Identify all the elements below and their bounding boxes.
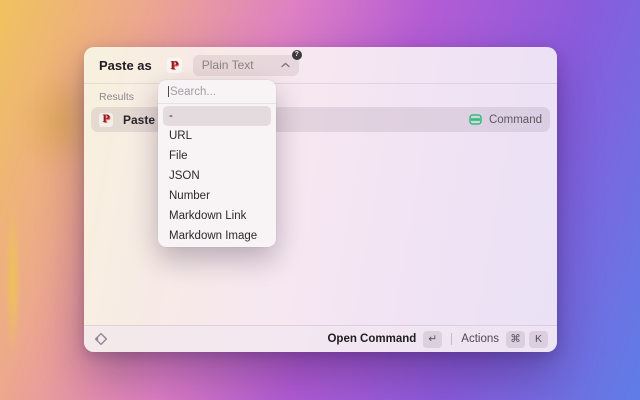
row-accessory: Command bbox=[469, 114, 542, 126]
results-section-label: Results bbox=[84, 84, 557, 103]
open-command-label: Open Command bbox=[327, 333, 416, 345]
search-placeholder: Search... bbox=[170, 86, 216, 98]
k-key-badge: K bbox=[529, 331, 548, 348]
status-bar: Open Command ↵ Actions ⌘ K bbox=[84, 325, 557, 352]
type-dropdown-button[interactable]: Plain Text ? bbox=[193, 55, 299, 76]
desktop: { "header": { "title": "Paste as", "app_… bbox=[0, 0, 640, 400]
dropdown-option-dash[interactable]: - bbox=[163, 106, 271, 126]
help-badge[interactable]: ? bbox=[292, 50, 302, 60]
paste-as-row-icon: P bbox=[99, 113, 113, 127]
chevron-up-icon bbox=[281, 62, 290, 68]
raycast-window: Paste as P Plain Text ? Results P Paste … bbox=[84, 47, 557, 352]
footer-actions: Open Command ↵ Actions ⌘ K bbox=[327, 331, 548, 348]
command-type-icon bbox=[469, 114, 482, 125]
page-title: Paste as bbox=[99, 58, 152, 73]
command-key-badge: ⌘ bbox=[506, 331, 525, 348]
dropdown-option-list: - URL File JSON Number Markdown Link Mar… bbox=[158, 104, 276, 247]
footer-divider bbox=[451, 333, 452, 345]
paste-as-app-icon: P bbox=[167, 58, 182, 73]
dropdown-option-number[interactable]: Number bbox=[163, 186, 271, 206]
type-dropdown-panel: Search... - URL File JSON Number Markdow… bbox=[158, 80, 276, 247]
type-dropdown-value: Plain Text bbox=[202, 58, 281, 72]
actions-menu-button[interactable]: Actions ⌘ K bbox=[461, 331, 548, 348]
return-key-badge: ↵ bbox=[423, 331, 442, 348]
open-command-action[interactable]: Open Command ↵ bbox=[327, 331, 442, 348]
dropdown-option-markdown-link[interactable]: Markdown Link bbox=[163, 206, 271, 226]
command-header: Paste as P Plain Text ? bbox=[84, 47, 557, 84]
dropdown-option-json[interactable]: JSON bbox=[163, 166, 271, 186]
dropdown-option-markdown-image[interactable]: Markdown Image bbox=[163, 226, 271, 246]
dropdown-option-url[interactable]: URL bbox=[163, 126, 271, 146]
text-caret bbox=[168, 86, 169, 97]
raycast-logo-icon bbox=[93, 331, 109, 347]
accessory-label: Command bbox=[489, 114, 542, 126]
actions-label: Actions bbox=[461, 333, 499, 345]
dropdown-search-input[interactable]: Search... bbox=[158, 80, 276, 104]
dropdown-option-file[interactable]: File bbox=[163, 146, 271, 166]
